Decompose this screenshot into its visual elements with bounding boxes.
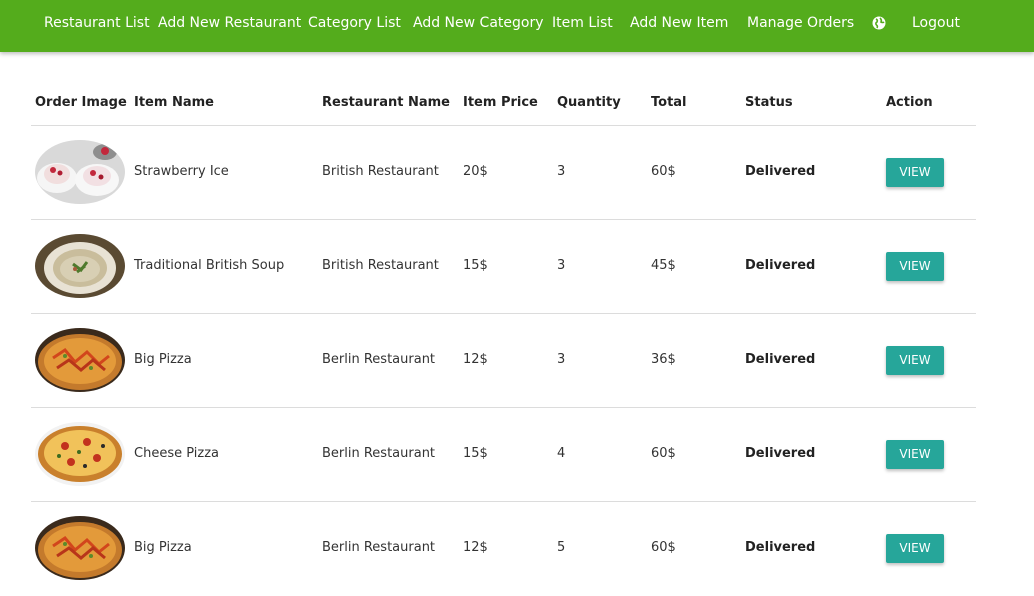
item-price: 20$ [463, 164, 488, 179]
item-name: Big Pizza [134, 352, 192, 367]
nav-add-new-item[interactable]: Add New Item [630, 0, 728, 46]
item-price: 12$ [463, 540, 488, 555]
status-delivered: Delivered [745, 258, 816, 273]
nav-add-new-restaurant[interactable]: Add New Restaurant [158, 0, 301, 46]
item-name: Strawberry Ice [134, 164, 229, 179]
table-row: Cheese Pizza Berlin Restaurant 15$ 4 60$… [0, 408, 1034, 502]
header-restaurant-name: Restaurant Name [322, 95, 451, 110]
item-price: 15$ [463, 446, 488, 461]
table-row: Strawberry Ice British Restaurant 20$ 3 … [0, 126, 1034, 220]
quantity: 4 [557, 446, 566, 461]
table-row: Traditional British Soup British Restaur… [0, 220, 1034, 314]
restaurant-name: Berlin Restaurant [322, 540, 436, 555]
order-image-big-pizza [35, 516, 125, 580]
nav-item-list[interactable]: Item List [552, 0, 613, 46]
header-item-price: Item Price [463, 95, 538, 110]
order-image-cheese-pizza [35, 422, 125, 486]
status-delivered: Delivered [745, 446, 816, 461]
status-delivered: Delivered [745, 164, 816, 179]
quantity: 5 [557, 540, 566, 555]
header-action: Action [886, 95, 933, 110]
nav-restaurant-list[interactable]: Restaurant List [44, 0, 150, 46]
header-order-image: Order Image [35, 95, 127, 110]
view-button[interactable]: VIEW [886, 252, 944, 281]
view-button[interactable]: VIEW [886, 534, 944, 563]
table-row: Big Pizza Berlin Restaurant 12$ 5 60$ De… [0, 502, 1034, 596]
header-status: Status [745, 95, 793, 110]
quantity: 3 [557, 258, 566, 273]
header-total: Total [651, 95, 687, 110]
order-image-strawberry-ice [35, 140, 125, 204]
order-image-big-pizza [35, 328, 125, 392]
view-button[interactable]: VIEW [886, 440, 944, 469]
total: 45$ [651, 258, 676, 273]
top-navbar: Restaurant List Add New Restaurant Categ… [0, 0, 1034, 52]
header-quantity: Quantity [557, 95, 621, 110]
status-delivered: Delivered [745, 540, 816, 555]
nav-manage-orders[interactable]: Manage Orders [747, 0, 854, 46]
total: 60$ [651, 164, 676, 179]
total: 60$ [651, 446, 676, 461]
nav-add-new-category[interactable]: Add New Category [413, 0, 544, 46]
item-name: Traditional British Soup [134, 258, 285, 273]
total: 36$ [651, 352, 676, 367]
globe-icon[interactable] [872, 15, 886, 30]
item-name: Cheese Pizza [134, 446, 219, 461]
order-image-british-soup [35, 234, 125, 298]
restaurant-name: British Restaurant [322, 164, 439, 179]
item-price: 12$ [463, 352, 488, 367]
view-button[interactable]: VIEW [886, 346, 944, 375]
header-item-name: Item Name [134, 95, 214, 110]
logout-link[interactable]: Logout [912, 0, 960, 46]
table-row: Big Pizza Berlin Restaurant 12$ 3 36$ De… [0, 314, 1034, 408]
restaurant-name: Berlin Restaurant [322, 446, 436, 461]
view-button[interactable]: VIEW [886, 158, 944, 187]
quantity: 3 [557, 352, 566, 367]
nav-category-list[interactable]: Category List [308, 0, 401, 46]
total: 60$ [651, 540, 676, 555]
status-delivered: Delivered [745, 352, 816, 367]
restaurant-name: Berlin Restaurant [322, 352, 436, 367]
restaurant-name: British Restaurant [322, 258, 439, 273]
quantity: 3 [557, 164, 566, 179]
item-name: Big Pizza [134, 540, 192, 555]
item-price: 15$ [463, 258, 488, 273]
